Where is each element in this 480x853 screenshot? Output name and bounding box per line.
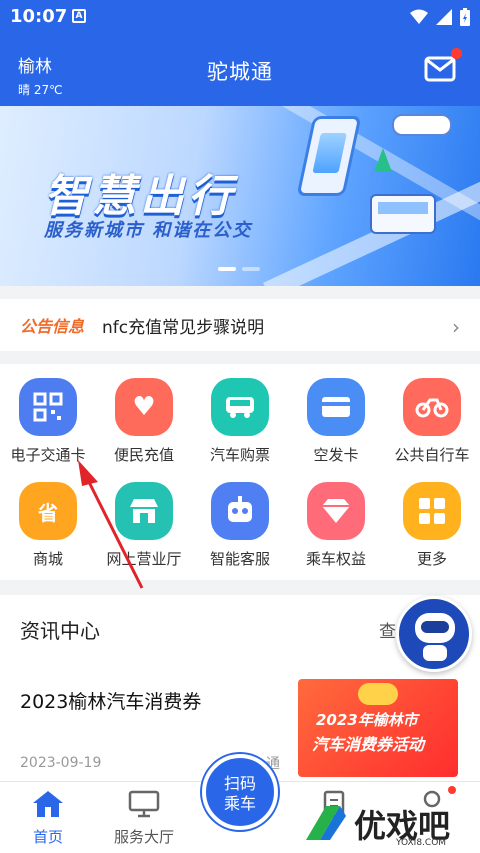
floating-assistant-button[interactable]	[396, 596, 472, 672]
scan-label-2: 乘车	[223, 794, 256, 813]
chevron-right-icon: ›	[452, 315, 460, 339]
mail-icon	[424, 56, 456, 82]
banner-pagination	[218, 267, 260, 271]
news-item-title[interactable]: 2023榆林汽车消费券	[20, 687, 201, 714]
status-time: 10:07	[10, 6, 68, 27]
service-smart-support[interactable]: 智能客服	[192, 472, 288, 576]
nav-home[interactable]: 首页	[0, 790, 96, 847]
banner-headline: 智慧出行	[44, 171, 236, 222]
scan-label-1: 扫码	[223, 774, 256, 793]
nav-home-label: 首页	[32, 828, 63, 846]
signal-icon	[436, 9, 452, 25]
watermark-url: YOXI8.COM	[396, 838, 447, 848]
mail-unread-dot	[451, 48, 462, 59]
qr-card-icon	[19, 378, 77, 436]
home-icon	[33, 791, 63, 817]
service-label: 空发卡	[313, 446, 359, 464]
watermark-logo-icon	[306, 806, 346, 840]
card-icon	[307, 378, 365, 436]
thumbnail-medal-icon	[358, 683, 398, 705]
notice-text: nfc充值常见步骤说明	[102, 317, 265, 338]
robot-visor	[421, 621, 449, 633]
banner-subline: 服务新城市 和谐在公交	[44, 220, 253, 241]
robot-body	[423, 645, 447, 661]
service-public-bike[interactable]: 公共自行车	[384, 368, 480, 472]
service-more[interactable]: 更多	[384, 472, 480, 576]
watermark: 优戏吧 YOXI8.COM	[300, 800, 450, 848]
news-item-date: 2023-09-19	[20, 755, 102, 771]
promo-banner[interactable]: 智慧出行 服务新城市 和谐在公交	[0, 106, 480, 286]
thumbnail-line2: 汽车消费券活动	[312, 735, 425, 754]
battery-icon	[460, 8, 470, 26]
notice-tag: 公告信息	[20, 317, 85, 336]
nav-service-label: 服务大厅	[113, 828, 174, 846]
news-more-link[interactable]: 查	[379, 617, 396, 642]
wifi-icon	[410, 9, 428, 24]
grid-icon	[403, 482, 461, 540]
banner-tree-illustration	[374, 148, 392, 172]
notice-bar[interactable]: 公告信息 nfc充值常见步骤说明 ›	[0, 299, 480, 351]
service-ride-benefits[interactable]: 乘车权益	[288, 472, 384, 576]
robot-icon	[211, 482, 269, 540]
service-label: 更多	[416, 550, 447, 568]
thumbnail-line1: 2023年榆林市	[316, 711, 418, 729]
nav-service-hall[interactable]: 服务大厅	[96, 790, 192, 847]
banner-phone-illustration	[296, 116, 362, 196]
top-bar: 10:07 A 榆林 晴 27℃ 驼城通	[0, 0, 480, 106]
notification-a-icon: A	[72, 9, 86, 23]
mail-button[interactable]	[424, 48, 462, 82]
service-label: 汽车购票	[209, 446, 270, 464]
system-icons	[410, 8, 470, 26]
status-bar: 10:07 A	[0, 0, 480, 34]
banner-car-illustration	[392, 114, 452, 136]
banner-dot[interactable]	[242, 267, 260, 271]
monitor-icon	[128, 790, 160, 818]
service-issue-card[interactable]: 空发卡	[288, 368, 384, 472]
news-item-thumbnail[interactable]: 2023年榆林市 汽车消费券活动	[298, 679, 458, 777]
heart-hand-icon: ♥	[115, 378, 173, 436]
scan-ride-button[interactable]: 扫码 乘车	[202, 754, 278, 830]
bike-icon	[403, 378, 461, 436]
app-title: 驼城通	[207, 60, 273, 84]
diamond-icon	[307, 482, 365, 540]
annotation-arrow-icon	[78, 460, 144, 589]
news-section-title: 资讯中心	[20, 619, 100, 643]
bus-icon	[211, 378, 269, 436]
banner-bus-illustration	[370, 194, 436, 234]
service-label: 乘车权益	[305, 550, 366, 568]
service-bus-ticket[interactable]: 汽车购票	[192, 368, 288, 472]
service-label: 公共自行车	[394, 446, 470, 464]
banner-dot-active[interactable]	[218, 267, 236, 271]
service-label: 智能客服	[209, 550, 270, 568]
profile-unread-dot	[448, 786, 456, 794]
